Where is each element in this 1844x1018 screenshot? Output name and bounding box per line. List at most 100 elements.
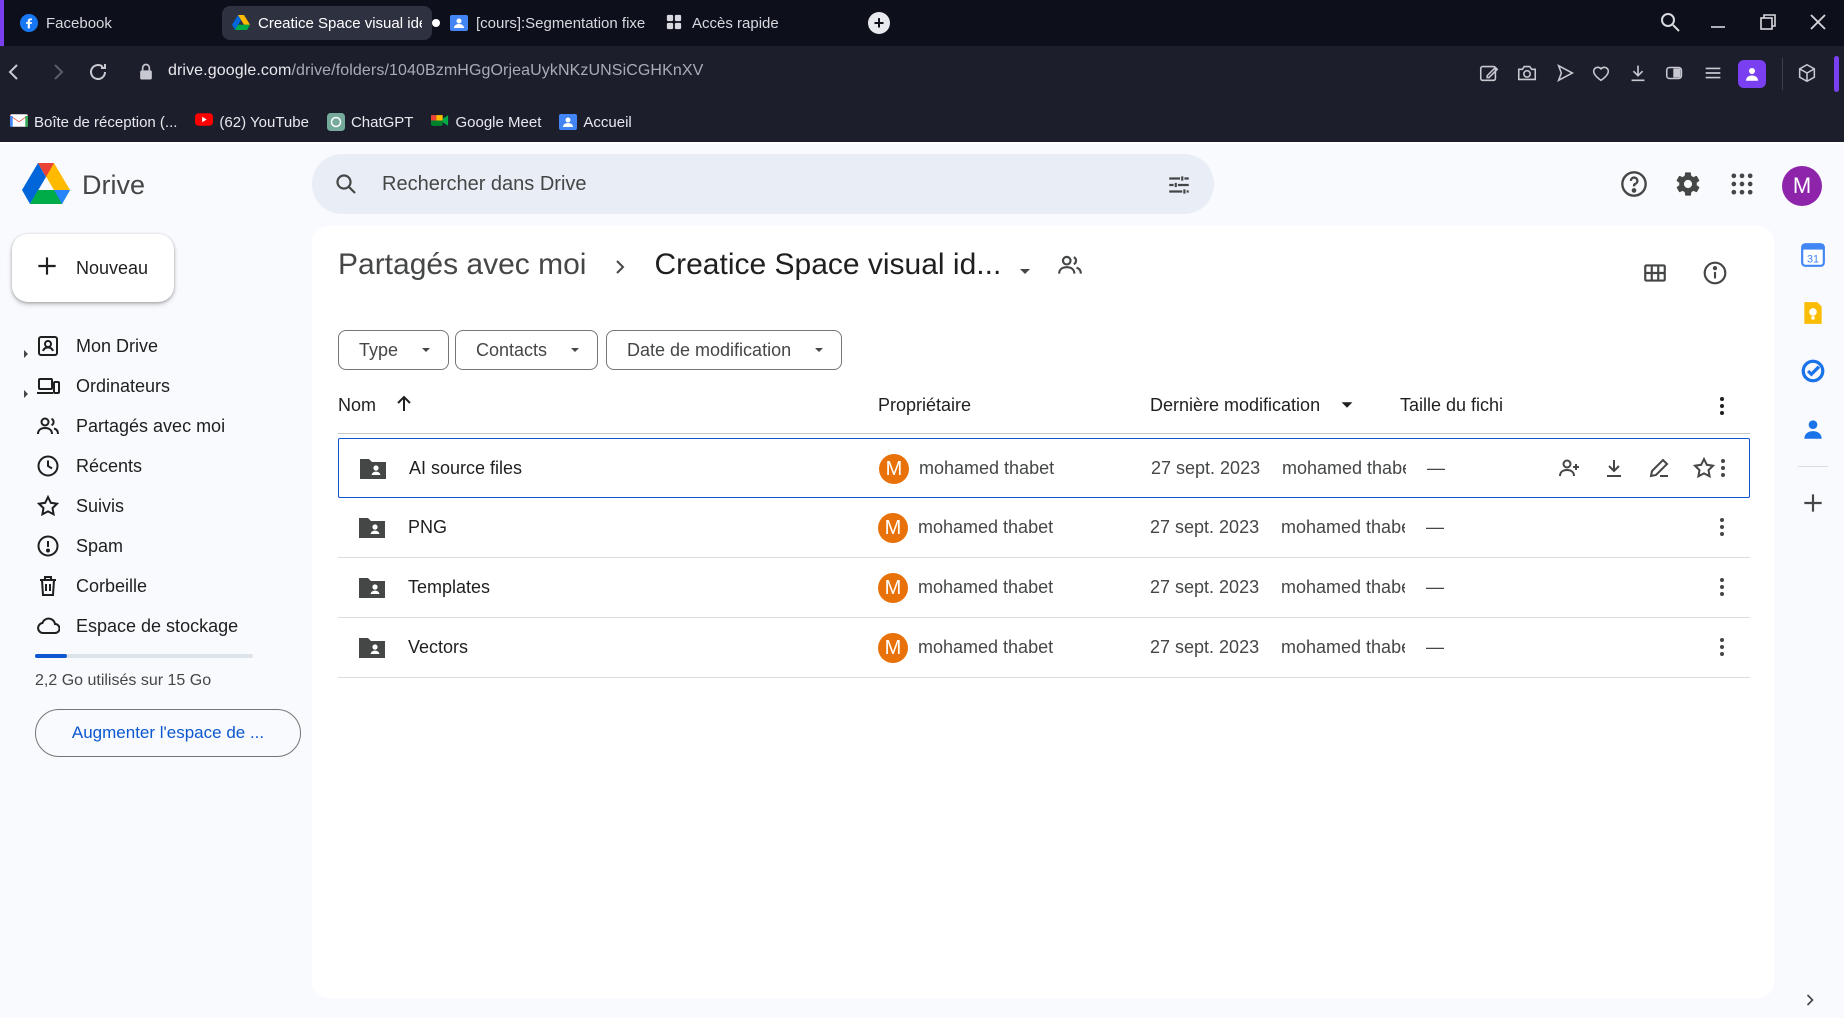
- file-row[interactable]: Vectors M mohamed thabet 27 sept. 2023 m…: [338, 618, 1750, 678]
- breadcrumb-current[interactable]: Creatice Space visual id...: [654, 248, 1001, 282]
- sidebar-item-spam[interactable]: Spam: [0, 526, 310, 566]
- new-button[interactable]: Nouveau: [12, 234, 174, 302]
- filter-type-chip[interactable]: Type: [338, 330, 450, 370]
- sidebar-toggle[interactable]: [1834, 56, 1839, 92]
- sidebar-item-recents[interactable]: Récents: [0, 446, 310, 486]
- rename-pencil-icon[interactable]: [1647, 456, 1673, 482]
- file-name[interactable]: AI source files: [409, 458, 522, 479]
- more-vert-icon[interactable]: [1710, 394, 1736, 420]
- file-row[interactable]: Templates M mohamed thabet 27 sept. 2023…: [338, 558, 1750, 618]
- dropdown-arrow-icon: [811, 342, 827, 358]
- filter-contacts-chip[interactable]: Contacts: [455, 330, 599, 370]
- more-vert-icon[interactable]: [1710, 635, 1736, 661]
- breadcrumb-root[interactable]: Partagés avec moi: [338, 248, 586, 282]
- sidebar-item-mon-drive[interactable]: Mon Drive: [0, 326, 310, 366]
- screenshot-edit-icon[interactable]: [1478, 62, 1502, 86]
- more-vert-icon[interactable]: [1711, 456, 1737, 482]
- expand-caret-icon[interactable]: [22, 342, 30, 358]
- file-row[interactable]: PNG M mohamed thabet 27 sept. 2023 moham…: [338, 498, 1750, 558]
- settings-gear-icon[interactable]: [1674, 170, 1704, 200]
- cloud-icon: [36, 614, 61, 638]
- bookmarks-bar: Boîte de réception (... (62) YouTube Cha…: [0, 102, 1844, 142]
- column-name[interactable]: Nom: [338, 395, 376, 416]
- sidebar-item-suivis[interactable]: Suivis: [0, 486, 310, 526]
- minimize-icon[interactable]: [1706, 10, 1732, 36]
- file-name[interactable]: Templates: [408, 577, 490, 598]
- google-calendar-icon[interactable]: 31: [1800, 242, 1826, 268]
- download-icon[interactable]: [1627, 62, 1651, 86]
- sidebar-item-stockage[interactable]: Espace de stockage: [0, 606, 310, 646]
- bookmark-chatgpt[interactable]: ChatGPT: [326, 113, 413, 131]
- bookmark-gmail[interactable]: Boîte de réception (...: [10, 113, 177, 131]
- restore-icon[interactable]: [1756, 10, 1782, 36]
- help-icon[interactable]: [1620, 170, 1650, 200]
- sort-ascending-icon[interactable]: [394, 394, 414, 414]
- google-contacts-icon[interactable]: [1800, 416, 1826, 442]
- back-icon[interactable]: [2, 60, 30, 88]
- modified-by: mohamed thabet: [1281, 577, 1405, 597]
- tab-drive-folder[interactable]: Creatice Space visual iden: [222, 6, 432, 40]
- folder-menu-dropdown-icon[interactable]: [1015, 255, 1035, 275]
- tab-cours-segmentation[interactable]: [cours]:Segmentation fixe: [440, 6, 656, 40]
- tab-search-icon[interactable]: [1658, 10, 1684, 36]
- more-vert-icon[interactable]: [1710, 515, 1736, 541]
- sidebar-item-ordinateurs[interactable]: Ordinateurs: [0, 366, 310, 406]
- grid-view-icon[interactable]: [1642, 260, 1668, 286]
- close-window-icon[interactable]: [1806, 10, 1832, 36]
- lock-icon[interactable]: [136, 62, 158, 84]
- bookmark-youtube[interactable]: (62) YouTube: [195, 113, 309, 131]
- search-input[interactable]: [382, 154, 1142, 214]
- google-keep-icon[interactable]: [1800, 300, 1826, 326]
- download-icon[interactable]: [1602, 456, 1628, 482]
- filter-date-chip[interactable]: Date de modification: [606, 330, 843, 370]
- send-icon[interactable]: [1554, 62, 1578, 86]
- drive-logo[interactable]: Drive: [22, 162, 145, 209]
- bookmark-google-meet[interactable]: Google Meet: [431, 113, 541, 131]
- account-avatar[interactable]: M: [1782, 166, 1822, 206]
- youtube-icon: [195, 113, 214, 131]
- search-options-icon[interactable]: [1166, 172, 1192, 198]
- sidebar-item-corbeille[interactable]: Corbeille: [0, 566, 310, 606]
- bookmark-accueil[interactable]: Accueil: [559, 113, 632, 131]
- shared-folder-icon[interactable]: [1057, 252, 1083, 278]
- profile-icon[interactable]: [1738, 60, 1766, 88]
- url-field[interactable]: drive.google.com/drive/folders/1040BzmHG…: [168, 62, 703, 80]
- more-vert-icon[interactable]: [1710, 575, 1736, 601]
- heart-icon[interactable]: [1590, 62, 1614, 86]
- spam-icon: [36, 534, 60, 558]
- expand-caret-icon[interactable]: [22, 382, 30, 398]
- extensions-cube-icon[interactable]: [1796, 62, 1820, 86]
- bookmark-label: Google Meet: [455, 113, 542, 131]
- camera-icon[interactable]: [1516, 62, 1540, 86]
- battery-saver-icon[interactable]: [1664, 62, 1688, 86]
- search-bar[interactable]: [312, 154, 1214, 214]
- owner-name: mohamed thabet: [919, 458, 1055, 478]
- owner-name: mohamed thabet: [918, 637, 1054, 657]
- forward-icon[interactable]: [46, 60, 74, 88]
- add-addon-plus-icon[interactable]: [1800, 490, 1826, 516]
- tab-acces-rapide[interactable]: Accès rapide: [656, 6, 836, 40]
- file-size: —: [1426, 517, 1444, 537]
- search-icon[interactable]: [334, 172, 358, 196]
- file-row[interactable]: AI source files M mohamed thabet 27 sept…: [338, 438, 1750, 498]
- column-last-modified[interactable]: Dernière modification: [1150, 395, 1320, 416]
- column-owner[interactable]: Propriétaire: [878, 395, 971, 416]
- expand-panel-chevron-icon[interactable]: [1800, 990, 1820, 1010]
- modified-by: mohamed thabet: [1281, 637, 1405, 657]
- easy-setup-icon[interactable]: [1702, 62, 1726, 86]
- file-name[interactable]: PNG: [408, 517, 447, 538]
- apps-grid-icon[interactable]: [1728, 170, 1758, 200]
- google-tasks-icon[interactable]: [1800, 358, 1826, 384]
- tab-title: Creatice Space visual iden: [258, 14, 422, 32]
- new-tab-button[interactable]: +: [868, 12, 890, 34]
- reload-icon[interactable]: [86, 60, 114, 88]
- file-name[interactable]: Vectors: [408, 637, 468, 658]
- upgrade-storage-button[interactable]: Augmenter l'espace de ...: [35, 709, 301, 757]
- column-file-size[interactable]: Taille du fichi: [1400, 395, 1504, 416]
- tab-facebook[interactable]: Facebook: [10, 6, 210, 40]
- info-icon[interactable]: [1702, 260, 1728, 286]
- sort-dropdown-icon[interactable]: [1338, 396, 1358, 416]
- sidebar-item-partages[interactable]: Partagés avec moi: [0, 406, 310, 446]
- share-person-add-icon[interactable]: [1557, 456, 1583, 482]
- shared-folder-icon: [358, 635, 386, 661]
